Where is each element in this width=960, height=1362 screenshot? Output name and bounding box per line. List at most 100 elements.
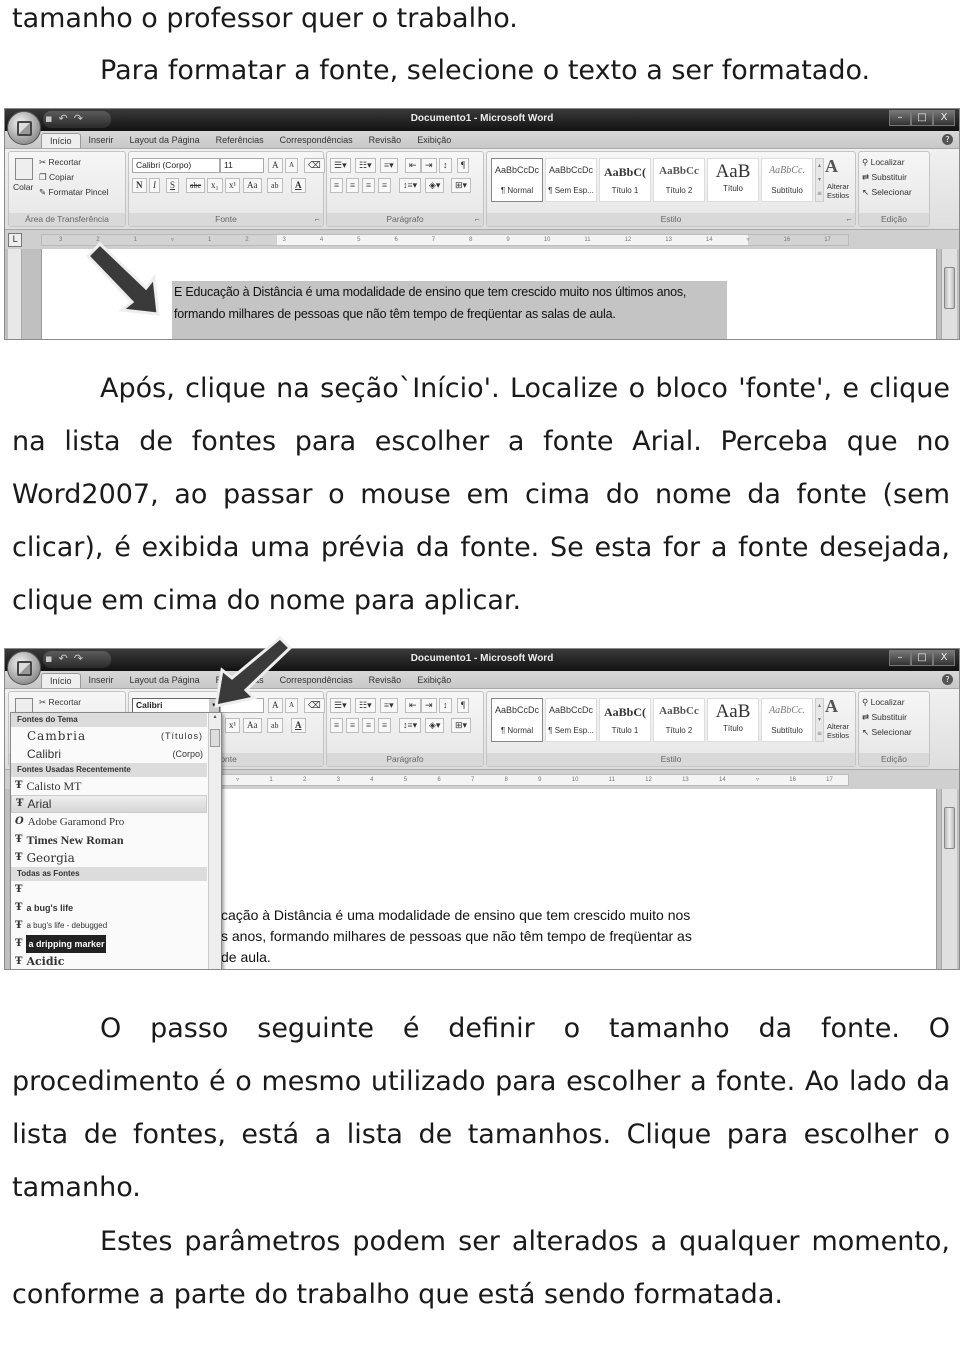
font-option-georgia[interactable]: Ŧ Georgia <box>11 849 207 867</box>
align-right-button[interactable]: ≡ <box>362 178 376 193</box>
align-left-button[interactable]: ≡ <box>330 178 344 193</box>
highlight-button[interactable]: ab <box>267 718 283 733</box>
tab-referencias[interactable]: Referências <box>208 133 272 148</box>
style-no-spacing[interactable]: AaBbCcDc ¶ Sem Esp... <box>545 158 597 202</box>
paste-button[interactable]: Colar <box>13 182 33 192</box>
show-marks-button[interactable]: ¶ <box>457 158 470 173</box>
multilevel-list-button[interactable]: ≡▾ <box>380 698 398 713</box>
tab-exibicao[interactable]: Exibição <box>409 673 459 688</box>
font-dropdown-list[interactable]: Fontes do Tema Cambria (Títulos) Calibri(… <box>10 712 222 969</box>
font-size-combo[interactable]: 11 <box>220 158 264 173</box>
help-icon[interactable]: ? <box>942 134 953 145</box>
clear-format-icon[interactable]: ⌫ <box>304 698 325 713</box>
line-spacing-button[interactable]: ↕≡▾ <box>399 718 422 733</box>
close-button[interactable]: X <box>933 110 955 126</box>
align-center-button[interactable]: ≡ <box>346 718 360 733</box>
tab-revisao[interactable]: Revisão <box>361 133 410 148</box>
align-left-button[interactable]: ≡ <box>330 718 344 733</box>
font-name-combo[interactable]: Calibri (Corpo) <box>132 158 220 173</box>
font-name-combo-active[interactable]: Calibri <box>132 698 220 713</box>
style-normal[interactable]: AaBbCcDc ¶ Normal <box>491 698 543 742</box>
office-button[interactable] <box>7 651 41 685</box>
tab-layout[interactable]: Layout da Página <box>122 133 208 148</box>
tab-inserir[interactable]: Inserir <box>81 673 122 688</box>
style-heading-2[interactable]: AaBbCc Título 2 <box>653 698 705 742</box>
italic-button[interactable]: I <box>149 178 160 193</box>
tab-exibicao[interactable]: Exibição <box>409 133 459 148</box>
tab-revisao[interactable]: Revisão <box>361 673 410 688</box>
shading-button[interactable]: ◈▾ <box>425 178 445 193</box>
office-button[interactable] <box>7 111 41 145</box>
sort-button[interactable]: ↕ <box>439 698 452 713</box>
document-page[interactable]: E Educação à Distância é uma modalidade … <box>41 249 937 339</box>
increase-indent-button[interactable]: ⇥ <box>421 158 437 173</box>
font-option-a-bugs-life-debugged[interactable]: Ŧa bug's life - debugged <box>11 917 207 935</box>
font-option-calisto[interactable]: Ŧ Calisto MT <box>11 777 207 795</box>
tab-layout[interactable]: Layout da Página <box>122 673 208 688</box>
font-option-arial[interactable]: Ŧ Arial <box>11 795 207 813</box>
style-heading-2[interactable]: AaBbCc Título 2 <box>653 158 705 202</box>
font-option-a-bugs-life[interactable]: Ŧa bug's life <box>11 899 207 917</box>
vertical-scrollbar[interactable] <box>941 789 957 969</box>
show-marks-button[interactable]: ¶ <box>457 698 470 713</box>
decrease-indent-button[interactable]: ⇤ <box>405 158 421 173</box>
tab-correspondencias[interactable]: Correspondências <box>272 133 361 148</box>
style-no-spacing[interactable]: AaBbCcDc ¶ Sem Esp... <box>545 698 597 742</box>
minimize-button[interactable]: – <box>889 650 911 666</box>
vertical-scrollbar[interactable] <box>941 249 957 339</box>
dialog-launcher-icon[interactable]: ⌐ <box>314 216 320 224</box>
selected-text-line-1[interactable]: E Educação à Distância é uma modalidade … <box>174 285 686 299</box>
font-option-times[interactable]: Ŧ Times New Roman <box>11 831 207 849</box>
font-option-cambria[interactable]: Cambria (Títulos) <box>11 727 207 745</box>
bullets-button[interactable]: ☰▾ <box>330 158 351 173</box>
superscript-button[interactable]: x¹ <box>225 178 241 193</box>
align-right-button[interactable]: ≡ <box>362 718 376 733</box>
preview-text-line-3[interactable]: de aula. <box>221 949 271 965</box>
help-icon[interactable]: ? <box>942 674 953 685</box>
style-heading-1[interactable]: AaBbC(Título 1 <box>599 158 651 202</box>
preview-text-line-2[interactable]: s anos, formando milhares de pessoas que… <box>221 928 692 944</box>
style-subtitle[interactable]: AaBbCc. Subtítulo <box>761 698 813 742</box>
find-button[interactable]: ⚲ Localizar <box>862 157 905 168</box>
horizontal-ruler[interactable]: ▿ 1 2 3 4 5 6 7 8 9 10 11 12 13 14 ▿ 16 17 <box>220 774 849 786</box>
change-case-button[interactable]: Aa <box>243 178 262 193</box>
align-center-button[interactable]: ≡ <box>346 178 360 193</box>
numbering-button[interactable]: ☷▾ <box>355 158 376 173</box>
bold-button[interactable]: N <box>132 178 147 193</box>
justify-button[interactable]: ≡ <box>378 178 392 193</box>
font-option-acidic[interactable]: Ŧ Acidic <box>11 953 207 969</box>
tab-inicio[interactable]: Início <box>41 673 81 688</box>
style-subtitle[interactable]: AaBbCc. Subtítulo <box>761 158 813 202</box>
superscript-button[interactable]: x¹ <box>225 718 241 733</box>
select-button[interactable]: ↖ Selecionar <box>862 187 912 198</box>
decrease-indent-button[interactable]: ⇤ <box>405 698 421 713</box>
borders-button[interactable]: ⊞▾ <box>451 718 472 733</box>
font-option-calibri[interactable]: Calibri (Corpo) <box>11 745 207 763</box>
style-heading-1[interactable]: AaBbC(Título 1 <box>599 698 651 742</box>
clear-format-icon[interactable]: ⌫ <box>304 158 325 173</box>
highlight-button[interactable]: ab <box>267 178 283 193</box>
shrink-font-button[interactable]: A <box>285 158 299 173</box>
justify-button[interactable]: ≡ <box>378 718 392 733</box>
style-title[interactable]: AaB Título <box>707 158 759 202</box>
strikethrough-button[interactable]: abc <box>186 178 206 193</box>
select-button[interactable]: ↖ Selecionar <box>862 727 912 738</box>
font-list-scrollbar[interactable]: ▴ <box>208 713 221 969</box>
tab-selector[interactable]: L <box>8 233 22 247</box>
document-page[interactable]: cação à Distância é uma modalidade de en… <box>220 789 937 969</box>
tab-inicio[interactable]: Início <box>41 133 81 148</box>
multilevel-list-button[interactable]: ≡▾ <box>380 158 398 173</box>
change-styles-button[interactable]: Alterar Estilos <box>821 182 855 200</box>
borders-button[interactable]: ⊞▾ <box>451 178 472 193</box>
font-option-blank[interactable]: Ŧ <box>11 881 207 899</box>
dialog-launcher-icon[interactable]: ⌐ <box>474 216 480 224</box>
shading-button[interactable]: ◈▾ <box>425 718 445 733</box>
change-styles-button[interactable]: Alterar Estilos <box>821 722 855 740</box>
format-painter-button[interactable]: ✎ Formatar Pincel <box>39 187 108 198</box>
copy-button[interactable]: ❐ Copiar <box>39 172 74 183</box>
close-button[interactable]: X <box>933 650 955 666</box>
change-case-button[interactable]: Aa <box>243 718 262 733</box>
grow-font-button[interactable]: A <box>268 158 283 173</box>
cut-button[interactable]: ✂ Recortar <box>39 697 81 708</box>
preview-text-line-1[interactable]: cação à Distância é uma modalidade de en… <box>221 907 690 923</box>
